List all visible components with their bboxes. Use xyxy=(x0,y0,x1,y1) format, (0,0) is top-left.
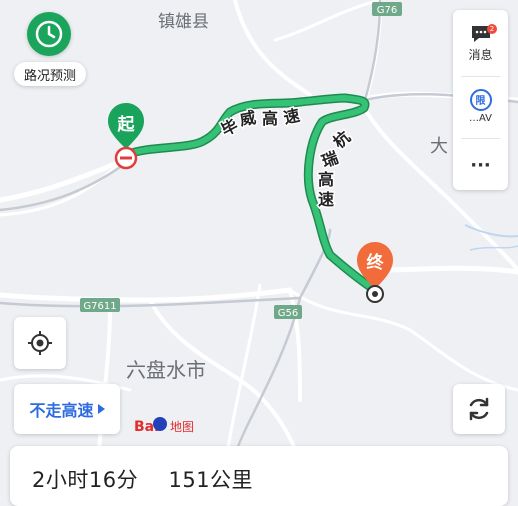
route-duration: 2小时16分 xyxy=(32,468,139,492)
traffic-forecast-label: 路况预测 xyxy=(23,68,76,84)
svg-text:速: 速 xyxy=(282,106,302,128)
svg-text:G56: G56 xyxy=(278,308,298,319)
river xyxy=(464,224,518,238)
restriction-icon: 限 xyxy=(469,88,492,111)
svg-text:终: 终 xyxy=(367,252,385,273)
place-label-zhenxiong: 镇雄县 xyxy=(158,12,209,32)
svg-text:G76: G76 xyxy=(377,5,397,16)
route-label-hangrui: 杭 瑞 高 速 xyxy=(317,126,356,211)
road-shield-g76: G76 xyxy=(372,2,402,16)
side-toolbar: 2 消息 限 …AV ··· xyxy=(453,10,508,190)
clock-icon xyxy=(27,12,71,56)
no-highway-label: 不走高速 xyxy=(29,401,94,420)
locate-icon xyxy=(28,331,52,355)
messages-button[interactable]: 2 消息 xyxy=(453,16,508,70)
route-distance: 151公里 xyxy=(168,468,254,492)
svg-text:起: 起 xyxy=(117,114,136,135)
svg-text:威: 威 xyxy=(238,108,257,129)
locate-button[interactable] xyxy=(14,317,66,369)
more-button[interactable]: ··· xyxy=(453,142,508,188)
restriction-button[interactable]: 限 …AV xyxy=(453,80,508,132)
refresh-button[interactable] xyxy=(453,384,505,434)
messages-label: 消息 xyxy=(468,47,493,62)
traffic-forecast-button[interactable]: 路况预测 xyxy=(14,12,86,86)
start-marker[interactable]: 起 xyxy=(108,103,144,170)
refresh-icon xyxy=(469,397,489,421)
messages-badge: 2 xyxy=(487,24,497,34)
no-highway-button[interactable]: 不走高速 xyxy=(14,384,120,434)
road-shield-g7611: G7611 xyxy=(80,298,120,312)
restriction-sublabel: …AV xyxy=(468,112,493,124)
svg-text:G7611: G7611 xyxy=(83,301,116,312)
route-summary: 2小时16分 151公里 xyxy=(32,464,253,494)
more-icon: ··· xyxy=(470,154,491,176)
svg-text:瑞: 瑞 xyxy=(319,148,341,171)
baidu-logo: Bai 地图 xyxy=(134,417,194,435)
place-label-da: 大 xyxy=(430,136,448,157)
play-arrow-icon xyxy=(97,404,105,414)
svg-text:高: 高 xyxy=(318,170,334,189)
svg-text:地图: 地图 xyxy=(170,420,194,434)
svg-text:高: 高 xyxy=(262,109,278,128)
end-marker[interactable]: 终 xyxy=(357,242,393,303)
place-label-liupanshui: 六盘水市 xyxy=(126,358,206,382)
route-summary-card[interactable]: 2小时16分 151公里 xyxy=(10,446,508,506)
svg-text:速: 速 xyxy=(318,190,334,209)
road-shield-g56: G56 xyxy=(274,305,302,319)
